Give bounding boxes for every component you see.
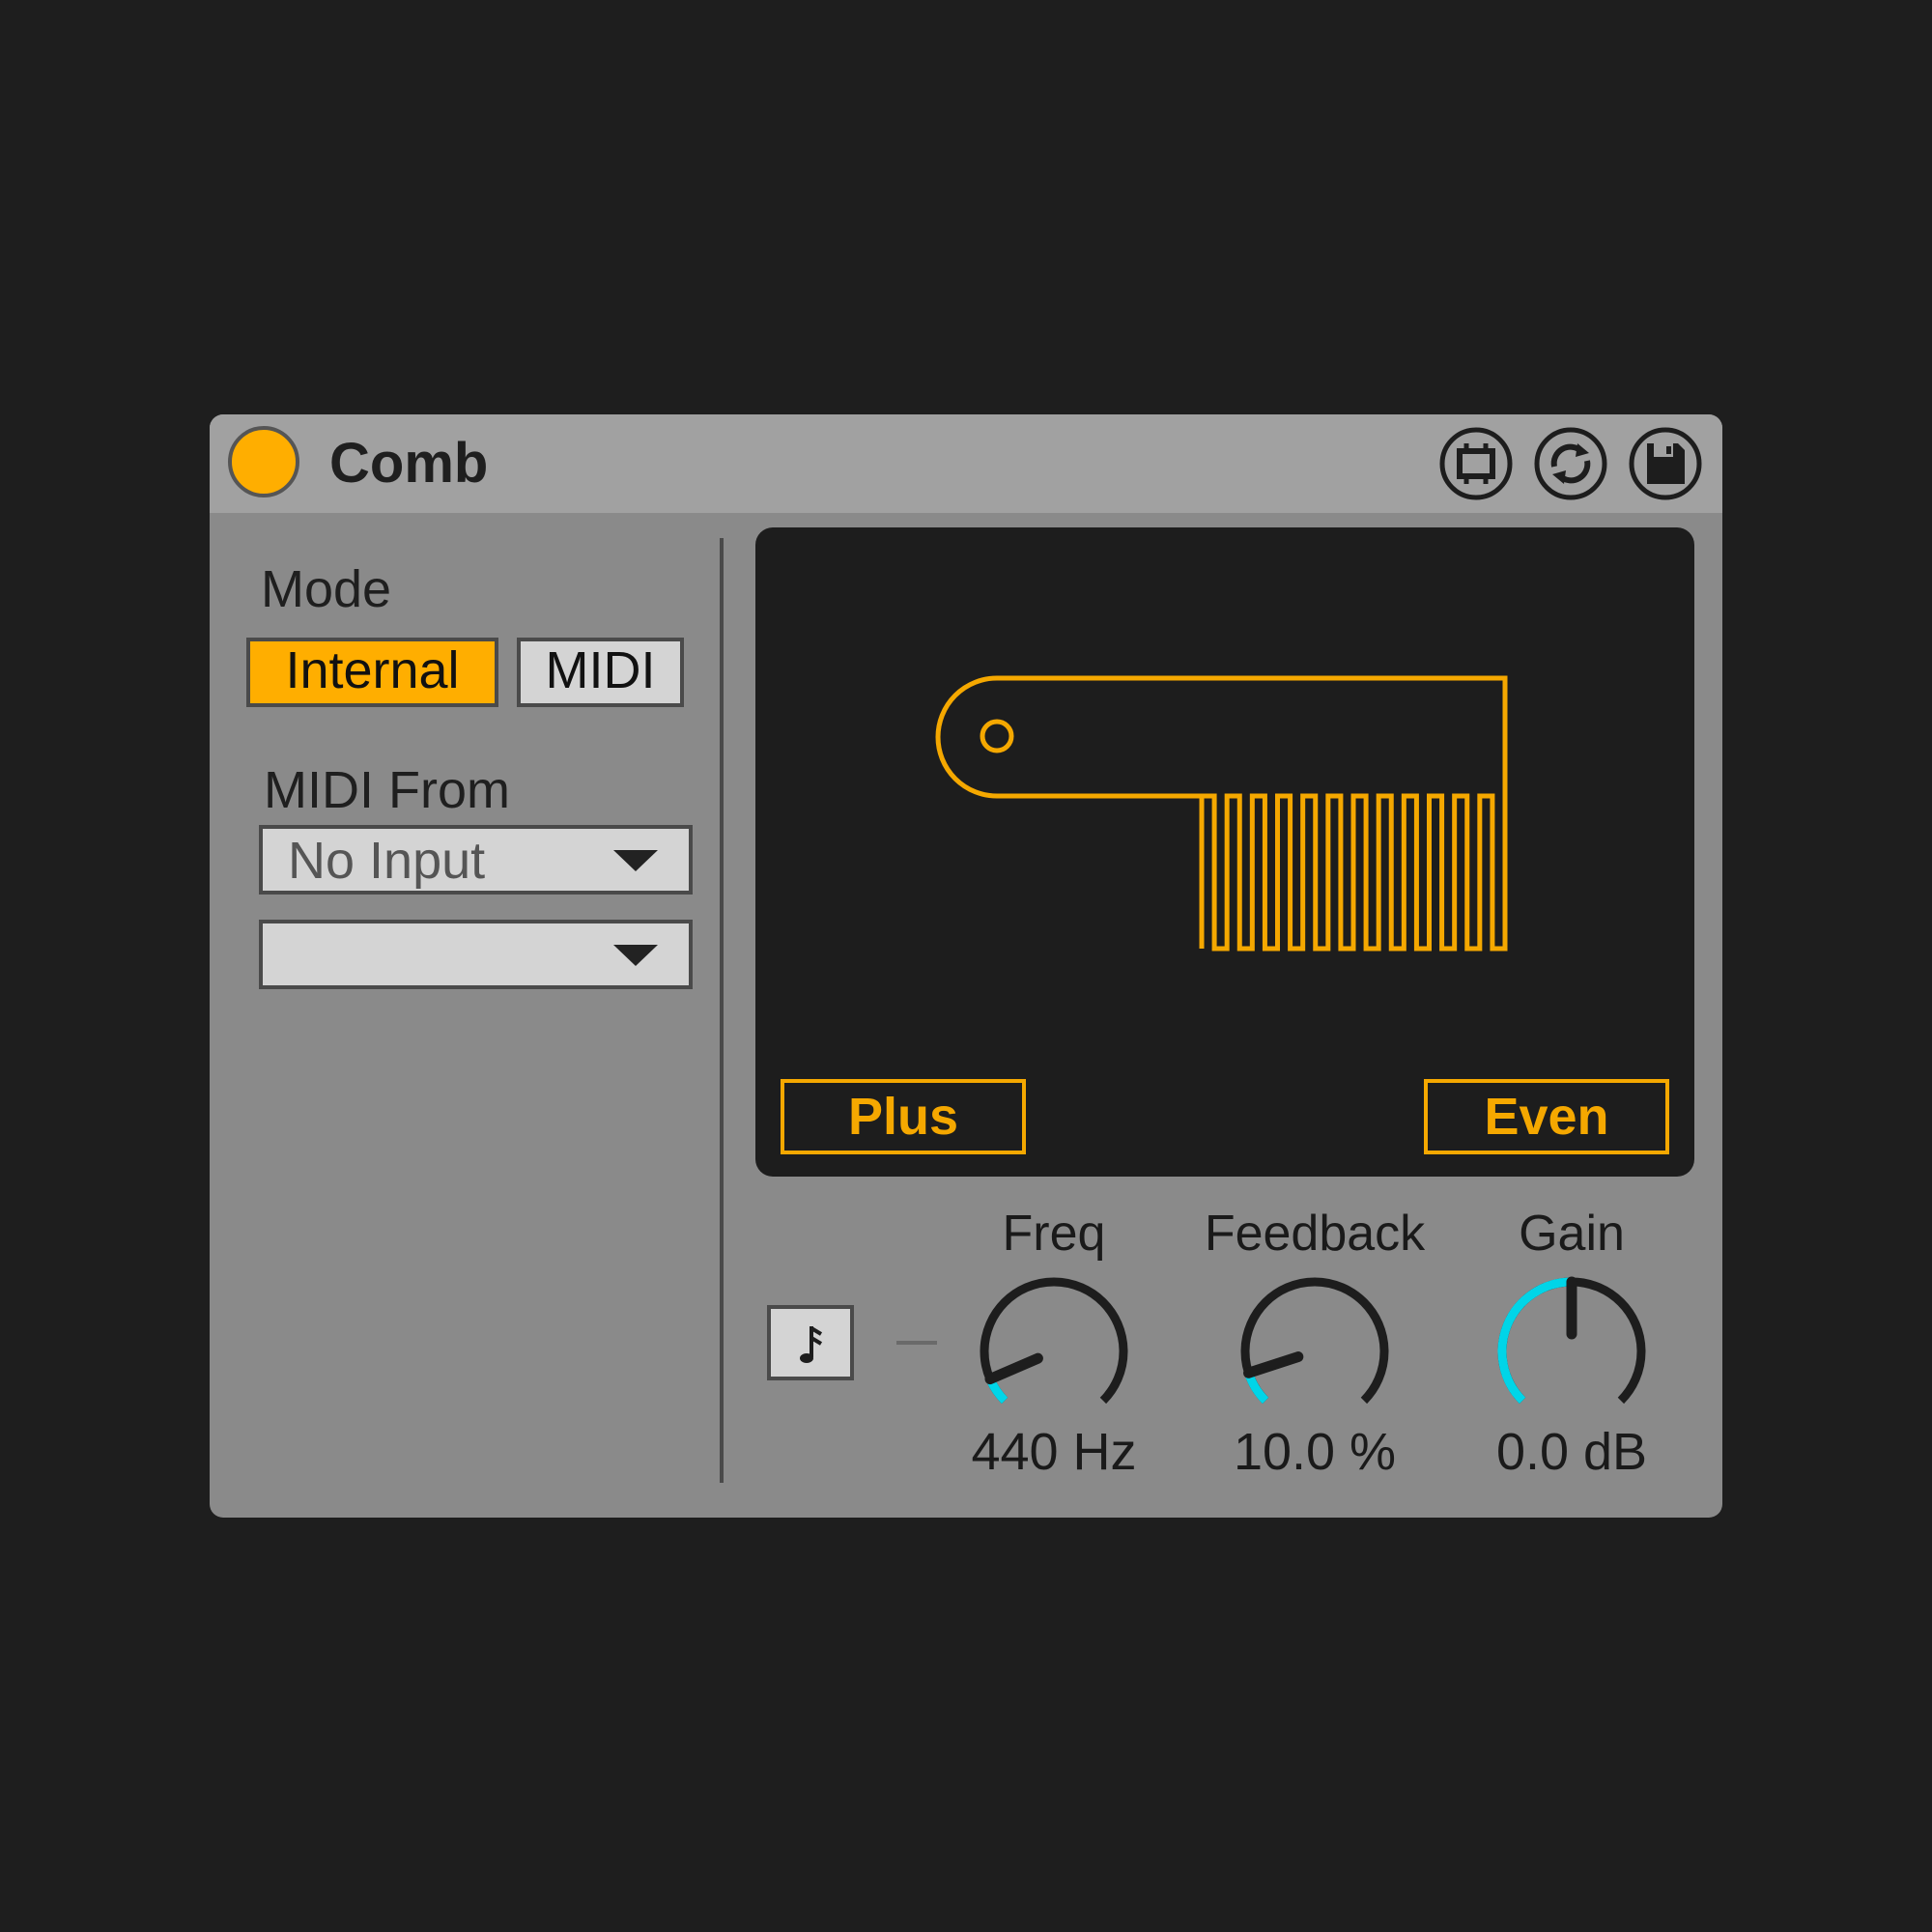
midi-from-label: MIDI From <box>264 761 510 819</box>
polarity-button[interactable]: Plus <box>781 1079 1026 1154</box>
note-icon <box>800 1326 823 1363</box>
device-title-bar: Comb <box>210 414 1722 513</box>
separator-dash <box>896 1341 937 1345</box>
reset-icon <box>1534 427 1607 500</box>
midi-input-dropdown[interactable]: No Input <box>259 825 693 895</box>
gain-knob-fill <box>1497 1277 1573 1405</box>
gain-knob[interactable] <box>1490 1269 1654 1434</box>
feedback-knob-pointer <box>1243 1351 1304 1378</box>
chevron-down-icon <box>613 850 658 871</box>
harmonics-button[interactable]: Even <box>1424 1079 1669 1154</box>
midi-panel: Mode Internal MIDI MIDI From No Input <box>210 513 722 1518</box>
mode-internal-button[interactable]: Internal <box>246 638 498 707</box>
note-snap-button[interactable] <box>767 1305 854 1380</box>
device-title: Comb <box>329 432 489 495</box>
save-button[interactable] <box>1628 426 1703 501</box>
midi-channel-dropdown[interactable] <box>259 920 693 989</box>
device-power-button[interactable] <box>228 426 299 497</box>
feedback-knob-track <box>1240 1277 1389 1405</box>
freq-knob[interactable] <box>972 1269 1136 1434</box>
reset-button[interactable] <box>1533 426 1608 501</box>
panel-divider <box>720 538 724 1483</box>
hot-swap-icon <box>1439 427 1513 500</box>
freq-knob-pointer <box>984 1352 1043 1385</box>
comb-device: Comb Mode Internal MIDI MIDI From No Inp… <box>210 414 1722 1518</box>
gain-value: 0.0 dB <box>1495 1423 1648 1481</box>
comb-display: Plus Even <box>755 527 1694 1177</box>
gain-label: Gain <box>1519 1206 1625 1262</box>
mode-label: Mode <box>261 560 392 618</box>
hot-swap-button[interactable] <box>1438 426 1514 501</box>
save-icon <box>1629 427 1702 500</box>
feedback-knob[interactable] <box>1233 1269 1397 1434</box>
midi-input-value: No Input <box>288 832 486 890</box>
chevron-down-icon <box>613 945 658 966</box>
freq-knob-track <box>980 1277 1128 1405</box>
mode-midi-button[interactable]: MIDI <box>517 638 684 707</box>
